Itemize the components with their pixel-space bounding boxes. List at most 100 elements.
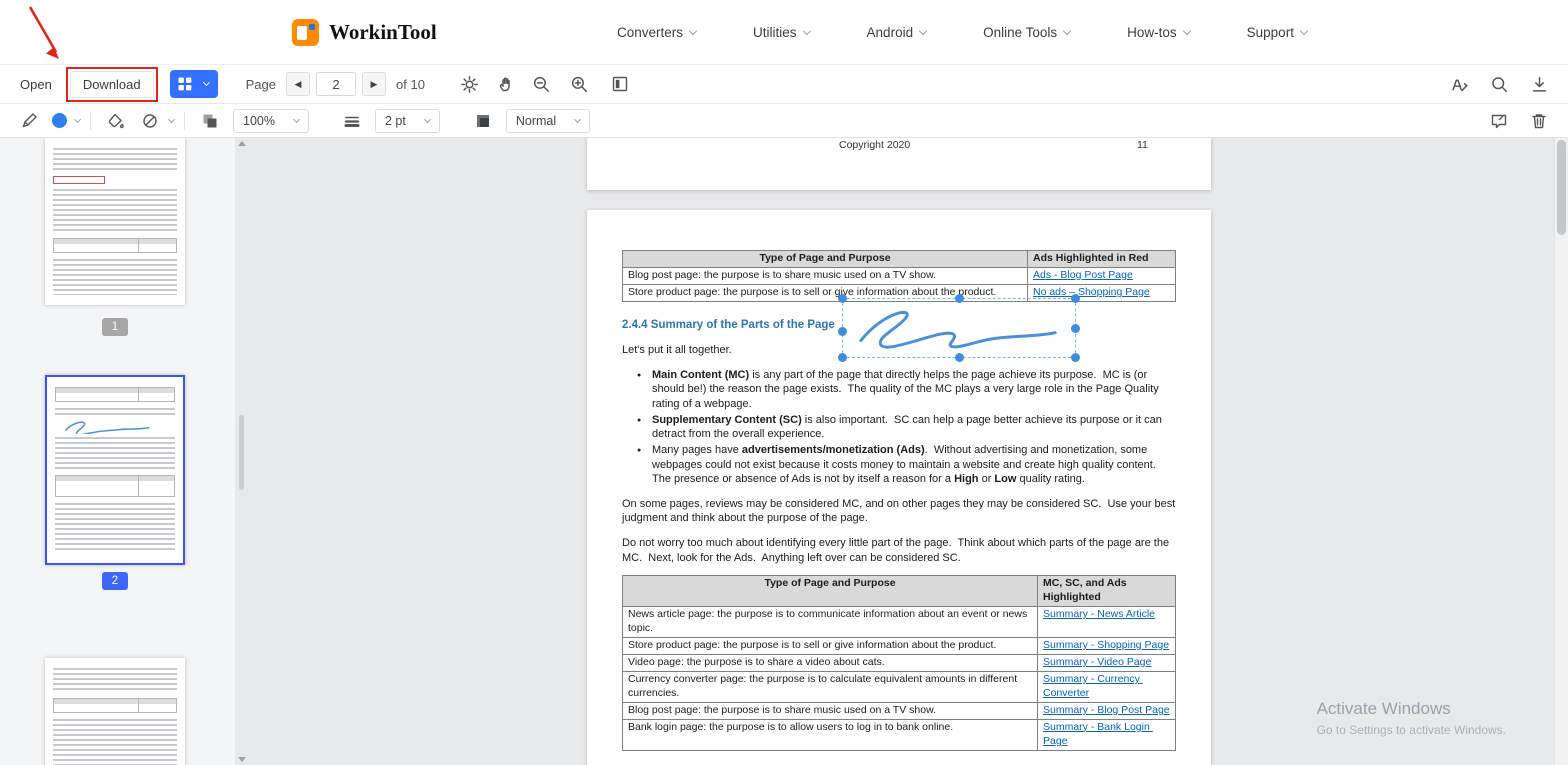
thumbnail-signature (64, 421, 150, 434)
page-badge-2: 2 (102, 572, 128, 590)
delete-button[interactable] (1524, 106, 1554, 136)
pdf-page-2[interactable]: Type of Page and Purpose Ads Highlighted… (587, 210, 1211, 765)
pdf-page-1-bottom: Copyright 2020 11 (587, 138, 1211, 190)
divider (184, 111, 185, 130)
sidebar-scroll-thumb[interactable] (239, 415, 244, 490)
resize-handle[interactable] (838, 326, 847, 336)
page-thumbnail-2-selected[interactable] (45, 375, 185, 565)
pen-icon (22, 112, 37, 127)
doc-link[interactable]: Ads - Blog Post Page (1033, 269, 1133, 281)
bullet-item: Supplementary Content (SC) is also impor… (637, 413, 1176, 442)
open-button[interactable]: Open (14, 73, 58, 96)
line-style-select[interactable]: Normal (505, 108, 591, 133)
chevron-down-icon (1062, 26, 1072, 35)
thumbnail-table (53, 698, 177, 714)
nav-item-converters[interactable]: Converters (617, 25, 698, 40)
sidebar-scrollbar[interactable] (237, 138, 246, 765)
page-navigation: Page ◀ ▶ of 10 (246, 72, 425, 96)
chevron-down-icon[interactable] (73, 115, 82, 123)
brand[interactable]: WorkinTool (292, 18, 437, 46)
table-cell: Video page: the purpose is to share a vi… (622, 654, 1038, 672)
thumbnail-content (55, 503, 175, 553)
table-cell: Currency converter page: the purpose is … (622, 670, 1038, 703)
opacity-button[interactable] (195, 106, 225, 136)
resize-handle[interactable] (1071, 353, 1080, 362)
next-page-button[interactable]: ▶ (362, 72, 387, 96)
stroke-width-select[interactable]: 2 pt (374, 108, 440, 133)
page-layout-button[interactable] (605, 69, 635, 99)
scroll-up-arrow[interactable] (238, 141, 246, 146)
previous-page-button[interactable]: ◀ (286, 72, 311, 96)
table-row: News article page: the purpose is to com… (622, 606, 1176, 639)
doc-link[interactable]: Summary - Video Page (1043, 656, 1151, 668)
nav-item-support[interactable]: Support (1247, 25, 1309, 40)
resize-handle[interactable] (838, 294, 847, 303)
fill-color-icon (108, 113, 124, 128)
chevron-down-icon (802, 26, 811, 35)
table-row: Blog post page: the purpose is to share … (622, 266, 1176, 285)
page-thumbnail-1[interactable] (45, 138, 185, 305)
table-cell: Blog post page: the purpose is to share … (622, 266, 1028, 285)
doc-link[interactable]: No ads – Shopping Page (1033, 286, 1150, 298)
scroll-down-arrow[interactable] (238, 757, 246, 762)
resize-handle[interactable] (954, 353, 964, 362)
workspace: 1 2 Copyright 2020 11 Type of Page and P… (0, 138, 1568, 765)
resize-handle[interactable] (1071, 323, 1080, 333)
doc-link[interactable]: Summary - Bank Login Page (1043, 721, 1153, 747)
thumbnail-red-annotation (53, 176, 106, 185)
signature-annotation[interactable] (838, 294, 1080, 362)
doc-link[interactable]: Summary - Currency Converter (1043, 673, 1143, 699)
divider (90, 111, 91, 130)
line-width-button[interactable] (337, 106, 367, 136)
grid-icon (178, 77, 192, 91)
opacity-select[interactable]: 100% (233, 108, 309, 133)
settings-button[interactable] (455, 69, 485, 99)
zoom-out-button[interactable] (527, 69, 557, 99)
bullet-item: Many pages have advertisements/monetizat… (637, 443, 1176, 487)
thumbnail-sidebar: 1 2 (0, 138, 235, 765)
pen-tool-button[interactable] (14, 106, 44, 136)
chevron-down-icon (203, 78, 211, 87)
line-weight-icon (344, 116, 360, 127)
chevron-down-icon (574, 115, 582, 123)
hand-tool-button[interactable] (491, 69, 521, 99)
doc-link[interactable]: Summary - Shopping Page (1043, 639, 1169, 651)
doc-link[interactable]: Summary - News Article (1043, 608, 1155, 620)
note-button[interactable] (1484, 106, 1514, 136)
thumbnail-content (53, 668, 177, 693)
page-thumbnail-3[interactable] (45, 658, 185, 765)
search-button[interactable] (1484, 69, 1514, 99)
nav-item-utilities[interactable]: Utilities (753, 25, 811, 40)
thumbnail-content (53, 148, 177, 172)
thumbnail-view-button[interactable] (169, 70, 218, 98)
bullet-item: Main Content (MC) is any part of the pag… (637, 368, 1176, 412)
no-style-button[interactable] (135, 106, 165, 136)
color-swatch[interactable] (52, 113, 67, 128)
resize-handle[interactable] (1071, 294, 1080, 303)
chevron-down-icon (688, 26, 698, 35)
download-button[interactable]: Download (69, 70, 154, 98)
table-header: MC, SC, and Ads Highlighted (1037, 575, 1176, 608)
chevron-down-icon[interactable] (167, 115, 176, 123)
document-scroll-thumb[interactable] (1557, 140, 1566, 235)
table-row: Store product page: the purpose is to se… (622, 637, 1176, 656)
signature-tool-button[interactable] (1444, 69, 1474, 99)
page-number-input[interactable] (316, 72, 357, 96)
gear-icon (461, 75, 479, 93)
style-swatch-button[interactable] (468, 106, 498, 136)
nav-item-android[interactable]: Android (867, 25, 928, 40)
resize-handle[interactable] (838, 353, 847, 362)
nav-item-how-tos[interactable]: How-tos (1127, 25, 1191, 40)
zoom-in-button[interactable] (565, 69, 595, 99)
hand-icon (499, 77, 510, 92)
nav-item-online-tools[interactable]: Online Tools (983, 25, 1072, 40)
chevron-down-icon (423, 115, 431, 123)
doc-link[interactable]: Summary - Blog Post Page (1043, 704, 1170, 716)
site-header: WorkinTool Converters Utilities Android … (0, 0, 1568, 64)
document-scrollbar[interactable] (1554, 138, 1568, 765)
toolbar2-right-cluster (1484, 106, 1554, 136)
download-file-button[interactable] (1524, 69, 1554, 99)
bullet-list: Main Content (MC) is any part of the pag… (622, 368, 1176, 487)
fill-color-button[interactable] (101, 106, 131, 136)
resize-handle[interactable] (954, 294, 964, 303)
